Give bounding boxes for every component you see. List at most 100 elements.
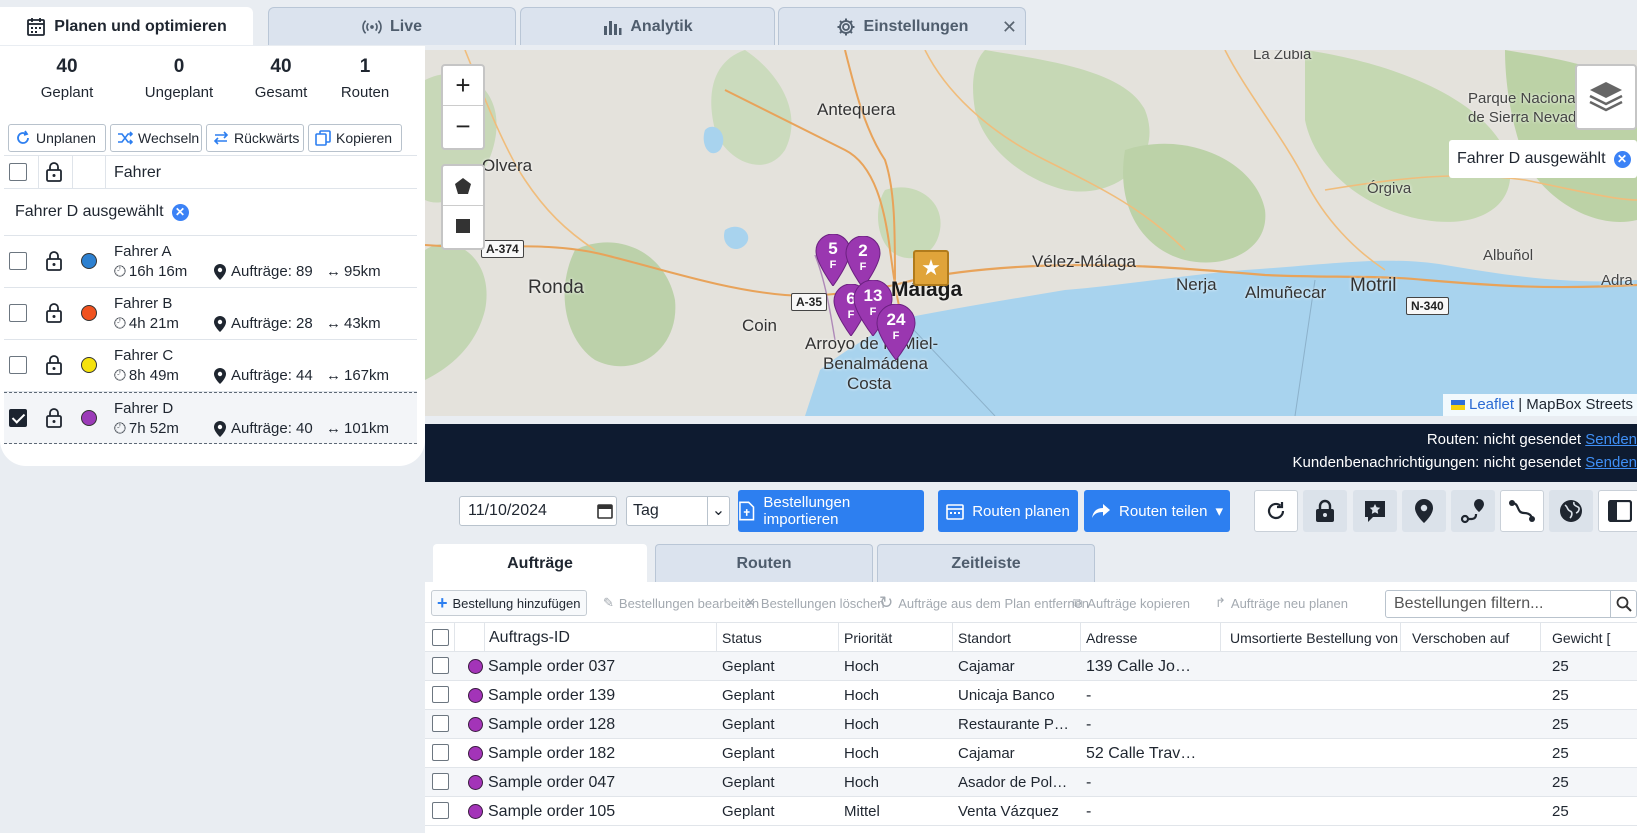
driver-row-selected[interactable]: Fahrer D 🕘︎ 7h 52m Aufträge: 40 ↔ 101km (4, 392, 417, 444)
close-icon[interactable]: ✕ (1002, 17, 1017, 38)
tab-timeline[interactable]: Zeitleiste (877, 544, 1095, 582)
route-color-dot (468, 688, 483, 703)
calendar-picker-icon[interactable] (593, 496, 617, 526)
clear-selection-icon[interactable]: ✕ (171, 203, 189, 221)
column-weight[interactable]: Gewicht [ (1541, 623, 1637, 653)
edit-orders-button[interactable]: ✎ Bestellungen bearbeiten (603, 590, 759, 616)
driver-row[interactable]: Fahrer A 🕘︎ 16h 16m Aufträge: 89 ↔ 95km (4, 236, 417, 288)
driver-checkbox[interactable] (9, 356, 27, 374)
unplan-button[interactable]: Unplanen (8, 124, 106, 152)
driver-distance: ↔ 101km (326, 420, 389, 437)
clear-selection-icon[interactable]: ✕ (1613, 150, 1631, 168)
driver-checkbox[interactable] (9, 409, 27, 427)
location-button[interactable] (1402, 490, 1446, 532)
top-tab-bar: Planen und optimieren Live Analytik Eins… (0, 0, 1637, 46)
table-row[interactable]: Sample order 037 Geplant Hoch Cajamar 139 Ca… (425, 652, 1637, 681)
driver-checkbox[interactable] (9, 304, 27, 322)
map-marker[interactable]: 24 F (876, 303, 916, 364)
row-checkbox[interactable] (432, 773, 449, 790)
lock-icon[interactable] (44, 161, 64, 183)
notify-status: Kundenbenachrichtigungen: nicht gesendet… (425, 451, 1637, 474)
copy-orders-label: Aufträge kopieren (1087, 595, 1190, 611)
column-moved-to[interactable]: Verschoben auf (1401, 623, 1541, 653)
flag-icon (1450, 400, 1465, 411)
row-checkbox[interactable] (432, 715, 449, 732)
row-checkbox[interactable] (432, 686, 449, 703)
remove-from-plan-button[interactable]: ↻ Aufträge aus dem Plan entfernen (879, 590, 1089, 616)
row-checkbox[interactable] (432, 802, 449, 819)
table-row[interactable]: Sample order 139 Geplant Hoch Unicaja Banco… (425, 681, 1637, 710)
filter-orders-input[interactable]: Bestellungen filtern... (1385, 590, 1637, 618)
add-order-label: Bestellung hinzufügen (452, 595, 581, 611)
distance-icon: ↔ (326, 263, 341, 280)
send-routes-link[interactable]: Senden (1585, 431, 1637, 448)
selected-driver-chip-text: Fahrer D ausgewählt (1457, 150, 1606, 167)
tab-live[interactable]: Live (268, 7, 516, 45)
delete-orders-button[interactable]: ✕ Bestellungen löschen (745, 590, 885, 616)
rectangle-draw-icon[interactable] (443, 206, 483, 246)
row-checkbox[interactable] (432, 744, 449, 761)
route-color-dot (468, 746, 483, 761)
select-all-orders-checkbox[interactable] (432, 629, 449, 646)
unlock-icon[interactable] (44, 407, 64, 429)
date-input[interactable]: 11/10/2024 (459, 496, 599, 526)
table-row[interactable]: Sample order 182 Geplant Hoch Cajamar 52 Cal… (425, 739, 1637, 768)
plan-routes-button[interactable]: Routen planen (938, 490, 1078, 532)
driver-row[interactable]: Fahrer B 🕘︎ 4h 21m Aufträge: 28 ↔ 43km (4, 288, 417, 340)
unlock-icon[interactable] (44, 250, 64, 272)
tab-settings[interactable]: Einstellungen ✕ (778, 7, 1026, 45)
table-row[interactable]: Sample order 047 Geplant Hoch Asador de Pol… (425, 768, 1637, 797)
map-label-motril: Motril (1350, 275, 1397, 296)
send-status-bar: Routen: nicht gesendet Senden Kundenbena… (425, 424, 1637, 482)
replan-orders-button[interactable]: ↱ Aufträge neu planen (1215, 590, 1348, 616)
zoom-in-button[interactable]: + (443, 66, 483, 106)
unlock-icon[interactable] (44, 302, 64, 324)
zoom-out-button[interactable]: − (443, 106, 483, 146)
share-routes-button[interactable]: Routen teilen ▾ (1084, 490, 1230, 532)
panel-toggle-button[interactable] (1598, 490, 1637, 532)
driver-row[interactable]: Fahrer C 🕘︎ 8h 49m Aufträge: 44 ↔ 167km (4, 340, 417, 392)
switch-button[interactable]: Wechseln (110, 124, 202, 152)
driver-checkbox[interactable] (9, 252, 27, 270)
notification-button[interactable] (1353, 490, 1397, 532)
route-path-button[interactable] (1500, 490, 1544, 532)
unlock-icon[interactable] (44, 354, 64, 376)
add-order-button[interactable]: + Bestellung hinzufügen (431, 590, 588, 616)
tab-orders[interactable]: Aufträge (433, 544, 647, 582)
select-all-checkbox[interactable] (9, 163, 27, 181)
period-select[interactable]: Tag ⌄ (626, 496, 730, 526)
column-location[interactable]: Standort (953, 623, 1081, 653)
send-notifications-link[interactable]: Senden (1585, 454, 1637, 471)
tab-analytics[interactable]: Analytik (520, 7, 775, 45)
tab-plan-optimize[interactable]: Planen und optimieren (0, 7, 253, 45)
bar-chart-icon (604, 20, 622, 35)
row-checkbox[interactable] (432, 657, 449, 674)
refresh-button[interactable] (1254, 490, 1298, 532)
priority-cell: Mittel (844, 803, 880, 820)
tab-routes[interactable]: Routen (655, 544, 873, 582)
table-row[interactable]: Sample order 105 Geplant Mittel Venta Vázqu… (425, 797, 1637, 826)
reverse-button[interactable]: Rückwärts (206, 124, 304, 152)
column-status[interactable]: Status (717, 623, 839, 653)
route-pin-button[interactable] (1451, 490, 1495, 532)
route-map[interactable]: La Zubia Antequera Olvera Ronda Vélez-Má… (425, 50, 1637, 416)
column-priority[interactable]: Priorität (839, 623, 953, 653)
map-label-parque-1: Parque Nacional (1468, 90, 1579, 107)
search-icon[interactable] (1610, 590, 1636, 618)
location-cell: Restaurante P… (958, 716, 1069, 733)
depot-star-icon[interactable]: ★ (913, 250, 949, 286)
column-address[interactable]: Adresse (1081, 623, 1221, 653)
lock-button[interactable] (1303, 490, 1347, 532)
import-orders-button[interactable]: Bestellungen importieren (738, 490, 924, 532)
calendar-icon (946, 504, 965, 520)
marker-number: 2 (858, 241, 868, 260)
leaflet-link[interactable]: Leaflet (1469, 396, 1514, 413)
column-order-id[interactable]: Auftrags-ID (485, 623, 717, 653)
globe-button[interactable] (1549, 490, 1593, 532)
copy-button[interactable]: Kopieren (308, 124, 402, 152)
table-row[interactable]: Sample order 128 Geplant Hoch Restaurante P… (425, 710, 1637, 739)
layers-icon[interactable] (1575, 64, 1637, 130)
copy-orders-button[interactable]: ⧉ Aufträge kopieren (1073, 590, 1190, 616)
polygon-draw-icon[interactable] (443, 166, 483, 206)
column-resorted-from[interactable]: Umsortierte Bestellung von (1221, 623, 1401, 653)
